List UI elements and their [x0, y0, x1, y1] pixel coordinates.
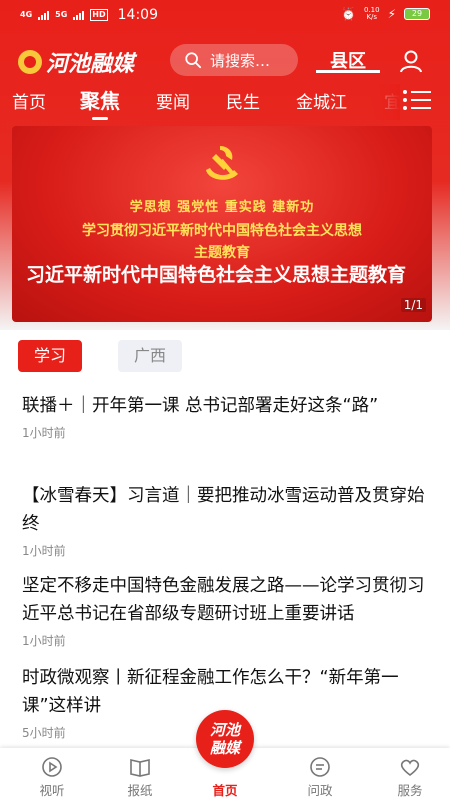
nav-newspaper[interactable]: 报纸	[110, 756, 170, 799]
nav-service[interactable]: 服务	[380, 756, 440, 799]
nav-home[interactable]: 首页	[195, 780, 255, 799]
tab-livelihood[interactable]: 民生	[226, 88, 260, 113]
tab-headlines[interactable]: 要闻	[156, 88, 190, 113]
county-button[interactable]: 县区	[316, 47, 380, 73]
charging-icon: ⚡	[387, 7, 396, 21]
banner-pager: 1/1	[400, 298, 426, 312]
signal-icon	[38, 10, 50, 20]
tab-focus[interactable]: 聚焦	[80, 85, 120, 120]
menu-icon[interactable]	[402, 88, 432, 112]
search-box[interactable]: 请搜索…	[170, 44, 298, 76]
chat-bubble-icon	[310, 757, 330, 777]
nav-politics-label: 问政	[307, 783, 333, 798]
banner-subtitle-line1: 学习贯彻习近平新时代中国特色社会主义思想	[82, 223, 362, 239]
home-badge-text: 河池融媒	[209, 721, 240, 757]
chip-guangxi[interactable]: 广西	[118, 340, 183, 372]
nav-newspaper-label: 报纸	[127, 783, 153, 798]
search-placeholder: 请搜索…	[210, 51, 271, 70]
nav-service-label: 服务	[397, 783, 423, 798]
app-root: 4G 5G HD 14:09 ⏰ 0.10 K/s ⚡ 29 河池融媒 请搜索… …	[0, 0, 450, 800]
banner-slogan: 学思想 强党性 重实践 建新功	[129, 200, 315, 215]
network-4g-label: 4G	[20, 10, 33, 19]
user-profile-icon[interactable]	[398, 48, 424, 74]
play-circle-icon	[42, 757, 62, 777]
news-title: 联播＋｜开年第一课 总书记部署走好这条“路”	[22, 396, 379, 416]
hd-label: HD	[90, 9, 108, 21]
nav-listen-label: 视听	[39, 783, 65, 798]
news-time: 1小时前	[22, 426, 66, 440]
channel-tabs: 首页 聚焦 要闻 民生 金城江 宜	[0, 84, 450, 120]
signal-icon-2	[73, 10, 85, 20]
news-time: 1小时前	[22, 544, 66, 558]
logo-mark-icon	[18, 50, 42, 74]
news-item[interactable]: 联播＋｜开年第一课 总书记部署走好这条“路” 1小时前	[22, 392, 432, 441]
chip-study[interactable]: 学习	[18, 340, 83, 372]
tabs-fade	[370, 84, 400, 120]
status-left: 4G 5G HD 14:09	[20, 7, 158, 23]
news-item[interactable]: 坚定不移走中国特色金融发展之路——论学习贯彻习近平总书记在省部级专题研讨班上重要…	[22, 572, 432, 649]
status-time: 14:09	[117, 7, 158, 23]
status-right: ⏰ 0.10 K/s ⚡ 29	[341, 7, 430, 21]
banner-caption: 习近平新时代中国特色社会主义思想主题教育	[26, 264, 407, 286]
news-title: 【冰雪春天】习言道｜要把推动冰雪运动普及贯穿始终	[22, 486, 425, 534]
net-speed-unit: K/s	[366, 13, 378, 21]
nav-politics[interactable]: 问政	[290, 756, 350, 799]
newspaper-icon	[130, 759, 150, 777]
banner-subtitle-line2: 主题教育	[194, 245, 250, 261]
logo-text: 河池融媒	[46, 51, 135, 77]
category-chips: 学习 广西	[18, 340, 183, 374]
heart-hand-icon	[400, 759, 420, 777]
network-5g-label: 5G	[55, 10, 68, 19]
search-icon	[185, 52, 202, 69]
nav-listen[interactable]: 视听	[22, 756, 82, 799]
status-bar: 4G 5G HD 14:09 ⏰ 0.10 K/s ⚡ 29	[0, 0, 450, 32]
tab-home[interactable]: 首页	[12, 88, 46, 113]
tab-jinchengjiang[interactable]: 金城江	[296, 88, 347, 113]
app-logo[interactable]: 河池融媒	[18, 46, 134, 78]
party-emblem-icon	[206, 146, 238, 180]
alarm-icon: ⏰	[341, 7, 356, 21]
net-speed: 0.10 K/s	[364, 7, 380, 21]
banner-carousel[interactable]: 学思想 强党性 重实践 建新功 学习贯彻习近平新时代中国特色社会主义思想 主题教…	[12, 126, 432, 322]
news-time: 1小时前	[22, 634, 66, 648]
home-badge-logo[interactable]: 河池融媒	[196, 710, 254, 768]
news-title: 坚定不移走中国特色金融发展之路——论学习贯彻习近平总书记在省部级专题研讨班上重要…	[22, 576, 425, 624]
battery-icon: 29	[404, 8, 430, 20]
app-bar: 河池融媒 请搜索… 县区	[0, 40, 450, 80]
news-item[interactable]: 【冰雪春天】习言道｜要把推动冰雪运动普及贯穿始终 1小时前	[22, 482, 432, 559]
